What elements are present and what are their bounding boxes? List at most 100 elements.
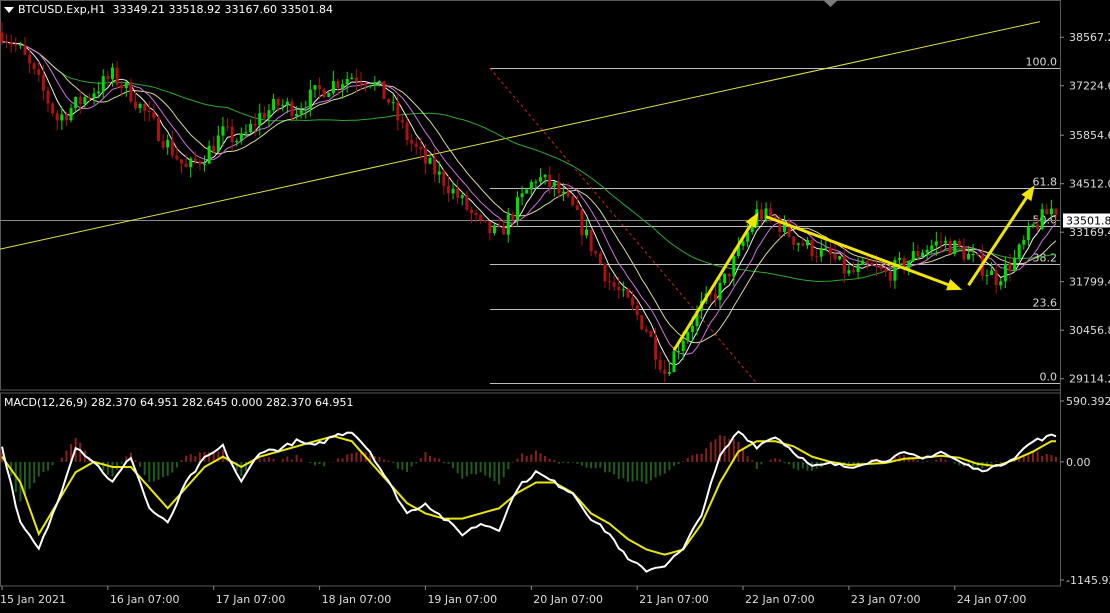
candle-body <box>944 240 948 243</box>
candle-body <box>226 126 230 128</box>
price-tick-label: 38567.2 <box>1069 31 1110 44</box>
candle-body <box>506 214 510 235</box>
candle-body <box>46 90 50 104</box>
price-tick-label: 33169.4 <box>1069 226 1110 239</box>
candle-body <box>916 251 920 257</box>
candle-body <box>511 214 515 221</box>
candle-body <box>299 109 303 114</box>
candle-body <box>879 266 883 270</box>
candle-body <box>175 155 179 160</box>
macd-main-line <box>1 430 1057 573</box>
price-tick-label: 35854.6 <box>1069 129 1110 142</box>
time-axis: 15 Jan 2021 16 Jan 07:00 17 Jan 07:00 18 Ja… <box>0 586 1026 606</box>
candle-body <box>235 140 239 142</box>
fib-level-label: 0.0 <box>1040 371 1058 384</box>
candle-body <box>635 305 639 316</box>
candle-body <box>5 41 9 43</box>
candle-body <box>290 101 294 117</box>
candle-body <box>953 240 957 254</box>
price-tick-label: 37224.6 <box>1069 80 1110 93</box>
candle-body <box>460 195 464 198</box>
time-tick-label: 17 Jan 07:00 <box>216 593 286 606</box>
candle-body <box>805 240 809 246</box>
chart-canvas[interactable]: 100.061.850.038.223.60.0 38567.237224.63… <box>0 0 1110 609</box>
candle-body <box>28 54 32 64</box>
candle-body <box>359 81 363 85</box>
candle-body <box>110 67 114 80</box>
candle-body <box>566 191 570 197</box>
candle-body <box>612 282 616 287</box>
candle-body <box>1045 209 1049 215</box>
candle-body <box>152 111 156 118</box>
price-tick-label: 29114.2 <box>1069 373 1110 386</box>
candle-body <box>249 123 253 133</box>
time-tick-label: 24 Jan 07:00 <box>957 593 1027 606</box>
scroll-marker-icon[interactable] <box>823 0 838 7</box>
price-axis: 38567.2 37224.6 35854.6 34512.0 33169.4 31799… <box>1060 31 1110 386</box>
candle-body <box>221 126 225 136</box>
candle-body <box>87 97 91 99</box>
candle-body <box>129 82 133 102</box>
macd-panel-border <box>0 392 1061 587</box>
candle-body <box>451 188 455 194</box>
candle-body <box>939 241 943 243</box>
candle-body <box>815 256 819 258</box>
fib-level-label: 23.6 <box>1033 297 1058 310</box>
candle-body <box>971 253 975 255</box>
macd-tick-label: 0.00 <box>1066 456 1091 469</box>
candle-body <box>990 270 994 276</box>
candle-body <box>92 93 96 98</box>
candle-body <box>341 84 345 89</box>
candle-body <box>1054 208 1058 215</box>
candle-body <box>387 99 391 103</box>
candle-body <box>930 245 934 250</box>
macd-panel: 590.392 0.00 -1145.92 <box>1 395 1110 587</box>
candle-body <box>106 76 110 80</box>
candle-body <box>759 209 763 220</box>
time-tick-label: 23 Jan 07:00 <box>851 593 921 606</box>
candle-body <box>184 163 188 168</box>
candle-body <box>911 251 915 262</box>
candle-body <box>921 252 925 257</box>
candle-body <box>166 139 170 148</box>
candle-body <box>672 351 676 373</box>
candle-body <box>985 275 989 277</box>
arrow-down-head <box>946 279 963 291</box>
time-tick-label: 16 Jan 07:00 <box>110 593 180 606</box>
candle-body <box>446 186 450 194</box>
candle-body <box>888 271 892 281</box>
candle-body <box>520 193 524 198</box>
candle-body <box>193 158 197 162</box>
candle-body <box>1049 208 1053 215</box>
candle-body <box>667 372 671 374</box>
candle-body <box>55 113 59 121</box>
macd-tick-label: 590.392 <box>1066 395 1110 408</box>
dropdown-triangle-icon[interactable] <box>4 7 14 13</box>
candle-body <box>41 75 45 91</box>
candle-body <box>865 260 869 263</box>
candle-body <box>83 97 87 104</box>
candle-body <box>934 241 938 246</box>
current-price-label: 33501.8 <box>1066 215 1110 228</box>
candle-body <box>14 44 18 46</box>
candle-body <box>23 44 27 55</box>
candle-body <box>925 249 929 253</box>
candle-body <box>69 108 73 121</box>
candle-body <box>1022 240 1026 245</box>
candle-body <box>741 241 745 246</box>
candle-body <box>396 102 400 121</box>
fib-level-label: 61.8 <box>1033 176 1058 189</box>
candle-body <box>318 85 322 90</box>
candle-body <box>1013 257 1017 271</box>
candle-body <box>331 81 335 94</box>
candle-body <box>419 146 423 149</box>
candle-body <box>957 240 961 247</box>
candle-body <box>78 96 82 104</box>
candle-body <box>97 91 101 94</box>
candle-body <box>552 182 556 187</box>
price-tick-label: 30456.8 <box>1069 324 1110 337</box>
candle-body <box>212 145 216 152</box>
candle-body <box>543 174 547 178</box>
candle-body <box>336 81 340 89</box>
main-panel-border <box>0 0 1061 391</box>
